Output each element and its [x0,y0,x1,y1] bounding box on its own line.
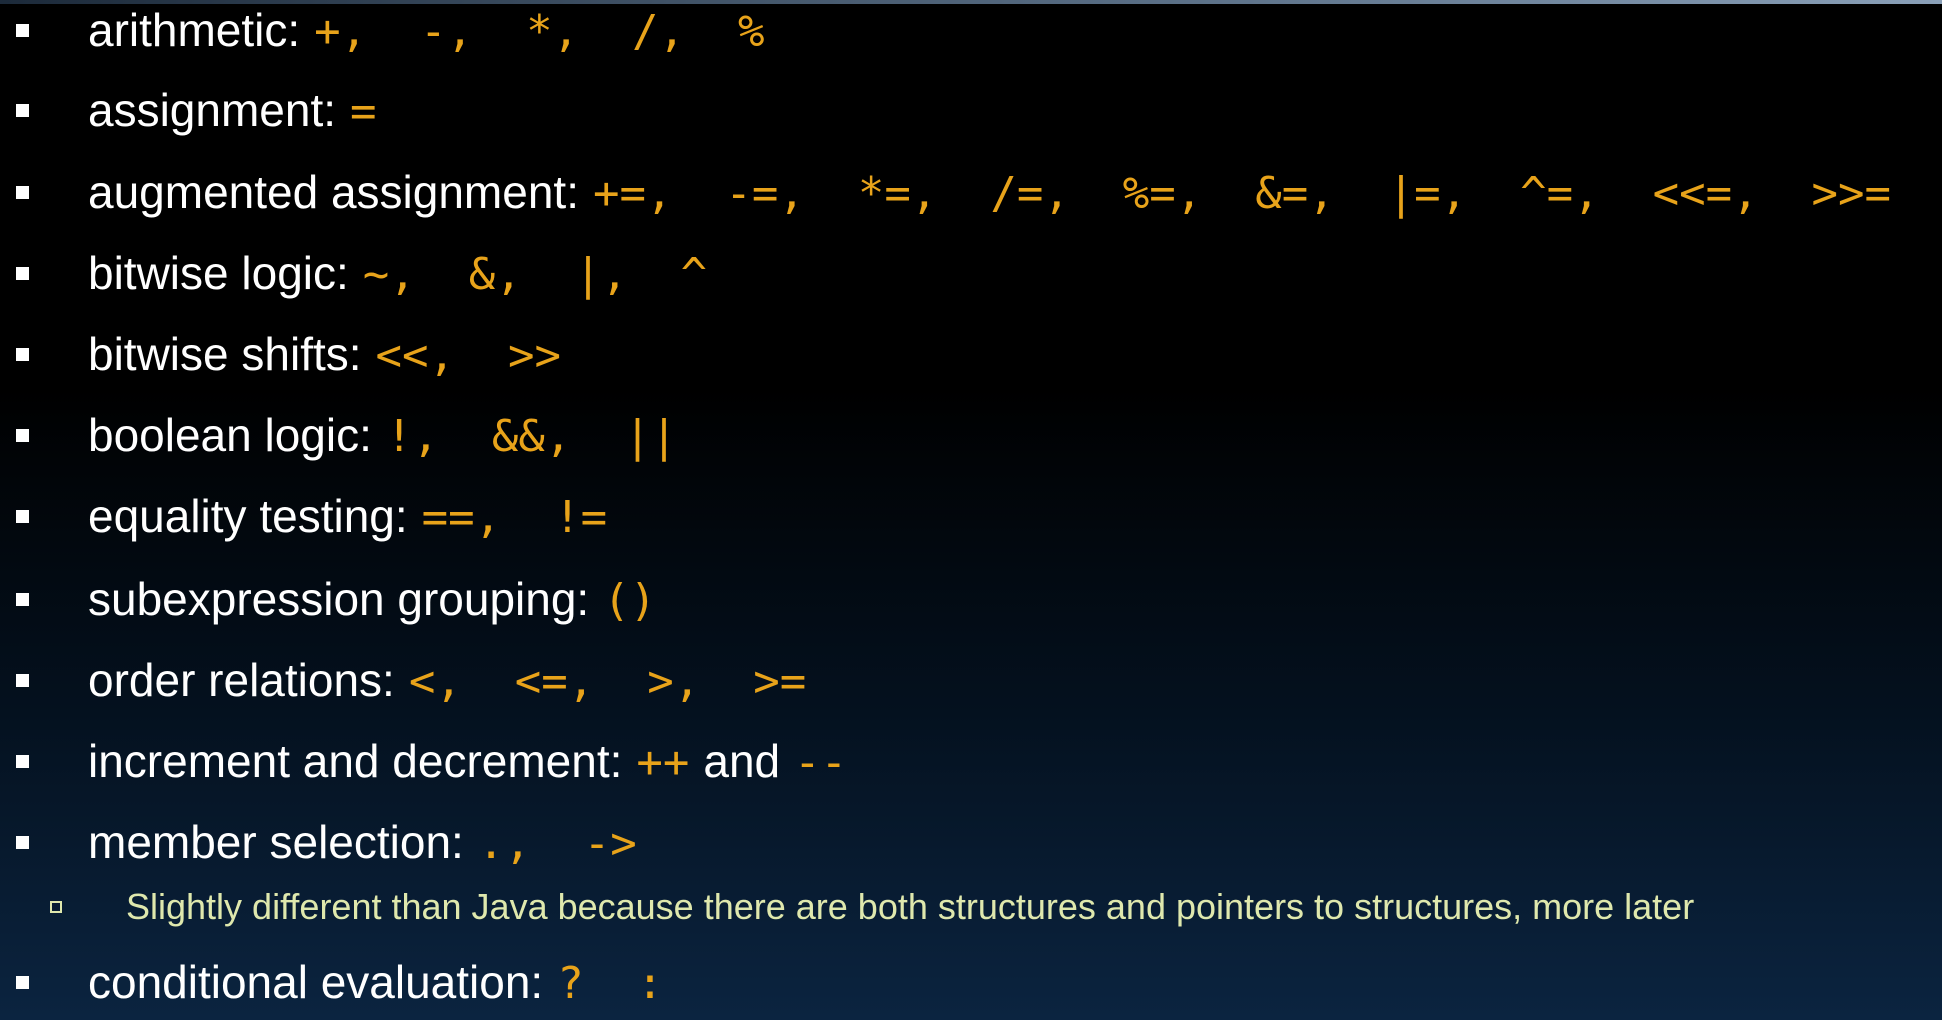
item-label: arithmetic: [88,3,301,56]
square-bullet-icon [16,673,29,687]
square-bullet-icon [16,185,29,199]
operator-list: !, &&, || [385,410,678,462]
sub-list-item-member-selection-note: Slightly different than Java because the… [0,882,1942,932]
hollow-square-bullet-icon [50,901,62,913]
item-label: subexpression grouping: [88,572,590,625]
list-item-order-relations: order relations: <, <=, >, >= [0,654,1942,706]
list-item-equality-testing: equality testing: ==, != [0,490,1942,542]
operator-list: () [603,574,657,626]
list-item-subexpression-grouping: subexpression grouping: () [0,573,1942,625]
square-bullet-icon [16,975,29,989]
list-item-bitwise-logic: bitwise logic: ~, &, |, ^ [0,247,1942,299]
list-item-increment-decrement: increment and decrement: ++ and -- [0,735,1942,787]
operator-list: ., -> [477,817,637,869]
item-label: bitwise shifts: [88,327,362,380]
list-item-arithmetic: arithmetic: +, -, *, /, % [0,4,1942,56]
item-label: member selection: [88,815,464,868]
item-label: equality testing: [88,489,408,542]
square-bullet-icon [16,835,29,849]
operator-list: ? : [557,957,664,1009]
square-bullet-icon [16,266,29,280]
list-item-augmented-assignment: augmented assignment: +=, -=, *=, /=, %=… [0,166,1942,218]
list-item-member-selection: member selection: ., -> [0,816,1942,868]
operator-list-secondary: -- [794,736,848,788]
item-label: increment and decrement: [88,734,623,787]
list-item-boolean-logic: boolean logic: !, &&, || [0,409,1942,461]
item-label: augmented assignment: [88,165,579,218]
item-connector-text: and [703,734,781,787]
list-item-assignment: assignment: = [0,84,1942,136]
operator-list: +, -, *, /, % [314,5,765,57]
operator-list: +=, -=, *=, /=, %=, &=, |=, ^=, <<=, >>= [592,167,1892,219]
square-bullet-icon [16,754,29,768]
operator-list: ~, &, |, ^ [362,248,708,300]
item-label: assignment: [88,83,337,136]
slide-body: arithmetic: +, -, *, /, % assignment: = … [0,0,1942,1020]
list-item-bitwise-shifts: bitwise shifts: <<, >> [0,328,1942,380]
list-item-conditional-evaluation: conditional evaluation: ? : [0,956,1942,1008]
square-bullet-icon [16,428,29,442]
square-bullet-icon [16,347,29,361]
operator-list: <, <=, >, >= [408,655,807,707]
square-bullet-icon [16,509,29,523]
square-bullet-icon [16,23,29,37]
item-label: conditional evaluation: [88,955,544,1008]
square-bullet-icon [16,592,29,606]
operator-list: ==, != [421,491,608,543]
sub-item-text: Slightly different than Java because the… [126,886,1695,927]
operator-list: <<, >> [375,329,561,381]
operator-list: ++ [636,736,690,788]
item-label: bitwise logic: [88,246,349,299]
operator-list: = [350,85,377,137]
item-label: boolean logic: [88,408,372,461]
square-bullet-icon [16,103,29,117]
item-label: order relations: [88,653,395,706]
